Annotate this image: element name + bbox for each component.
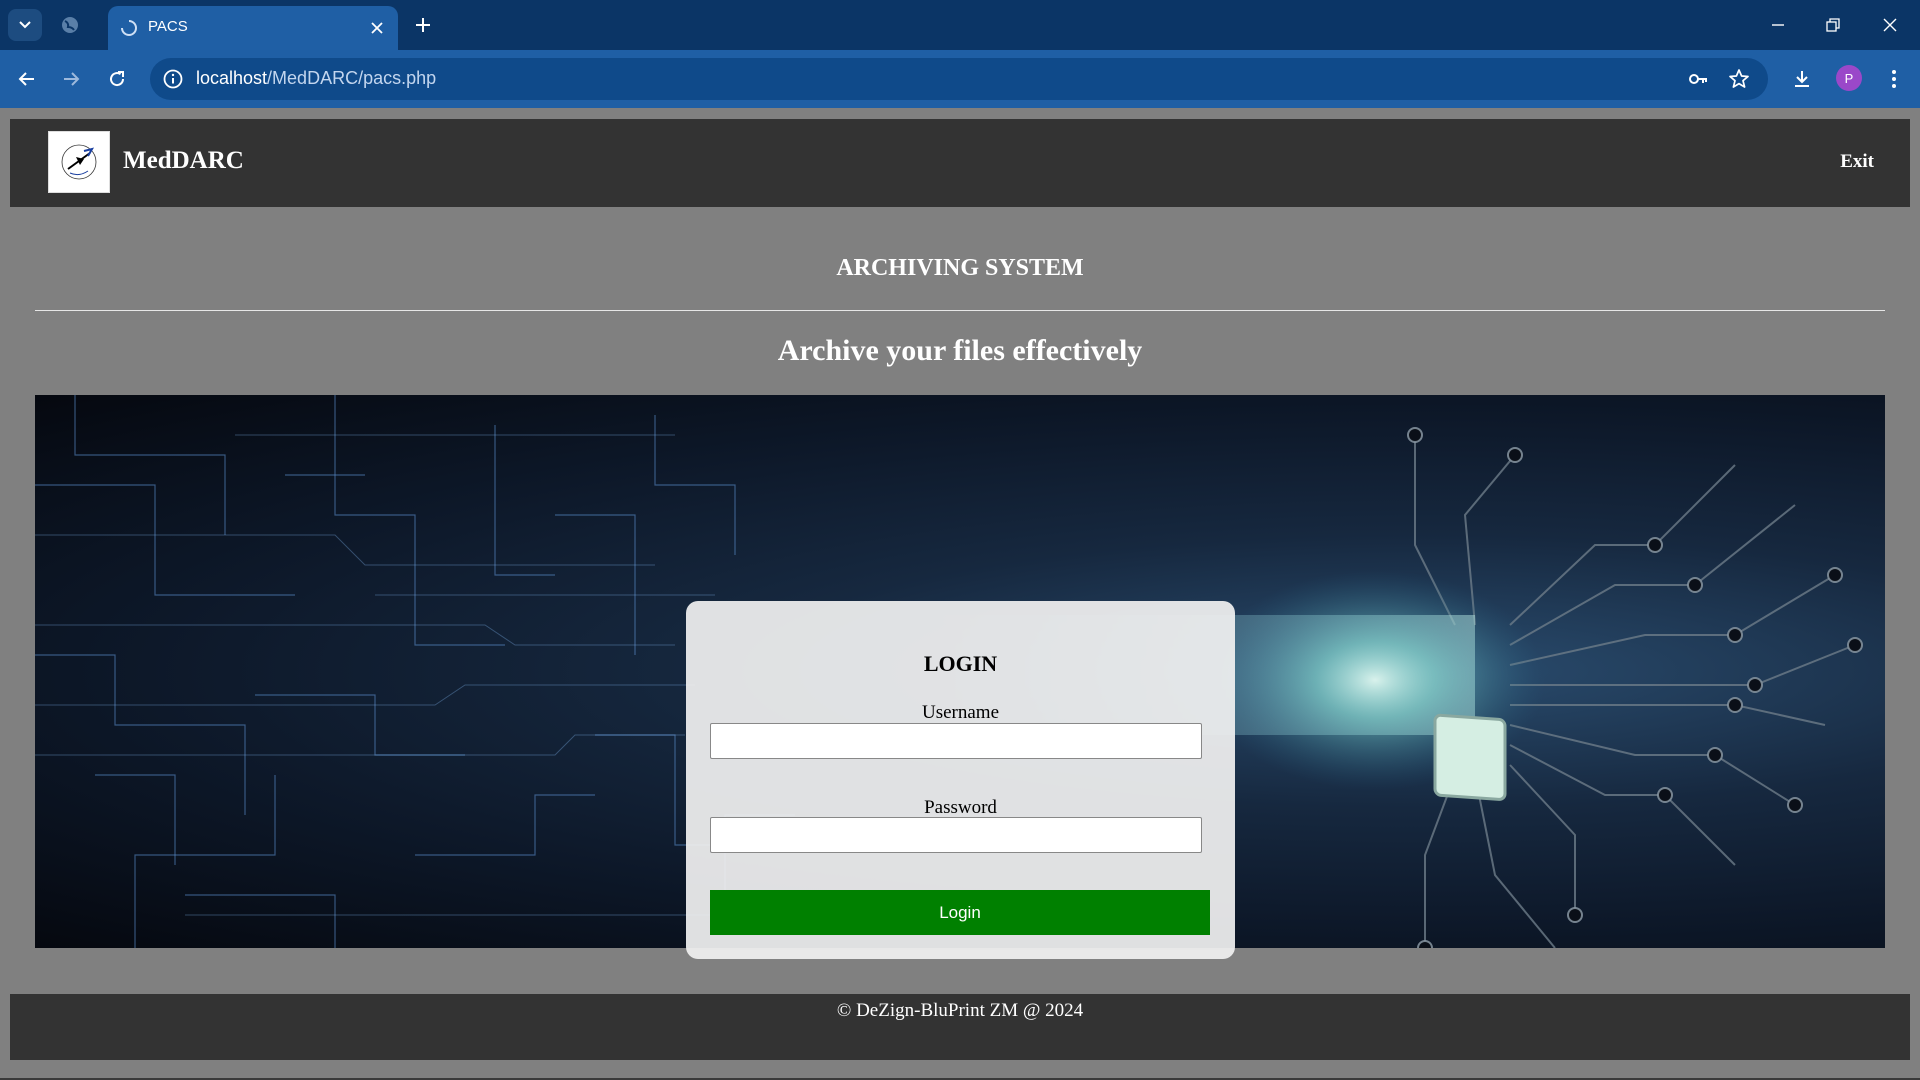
forward-button[interactable] [56, 64, 86, 94]
close-window-button[interactable] [1875, 10, 1905, 40]
brand-logo[interactable] [48, 131, 110, 193]
close-icon [371, 22, 383, 34]
browser-tab-bar: PACS [0, 0, 1920, 50]
tab-list-button[interactable] [8, 9, 42, 41]
address-bar[interactable]: localhost/MedDARC/pacs.php [150, 58, 1768, 100]
copyright-text: © DeZign-BluPrint ZM @ 2024 [836, 1000, 1084, 1021]
username-label: Username [921, 702, 1000, 723]
star-icon[interactable] [1727, 67, 1751, 91]
menu-icon [1892, 70, 1896, 88]
close-icon [1883, 18, 1897, 32]
info-icon[interactable] [162, 68, 184, 90]
exit-link[interactable]: Exit [1840, 151, 1874, 173]
reload-button[interactable] [102, 64, 132, 94]
restore-button[interactable] [1818, 10, 1848, 40]
logo-icon [61, 144, 97, 180]
url-host: localhost [196, 68, 268, 88]
browser-toolbar: localhost/MedDARC/pacs.php P [0, 50, 1920, 108]
tab-title: PACS [148, 18, 188, 35]
username-field[interactable] [710, 723, 1202, 759]
new-tab-button[interactable] [410, 12, 436, 38]
browser-menu-button[interactable] [1879, 64, 1909, 94]
login-title: LOGIN [923, 651, 998, 676]
url-text[interactable]: localhost/MedDARC/pacs.php [196, 68, 436, 89]
password-field[interactable] [710, 817, 1202, 853]
minimize-icon [1772, 24, 1784, 26]
chevron-down-icon [19, 21, 31, 29]
page-viewport: MedDARC Exit ARCHIVING SYSTEM Archive yo… [0, 108, 1920, 1080]
key-icon[interactable] [1686, 67, 1710, 91]
plus-icon [416, 18, 430, 32]
restore-icon [1826, 18, 1840, 32]
tagline: Archive your files effectively [777, 334, 1143, 367]
system-title: ARCHIVING SYSTEM [836, 255, 1084, 281]
downloads-button[interactable] [1787, 64, 1817, 94]
active-tab[interactable]: PACS [108, 6, 398, 50]
site-header: MedDARC Exit [10, 119, 1910, 207]
profile-avatar[interactable]: P [1836, 65, 1862, 91]
brand-name: MedDARC [123, 147, 244, 174]
forward-icon [64, 72, 80, 86]
globe-icon[interactable] [58, 13, 82, 37]
url-path: /MedDARC/pacs.php [267, 68, 437, 88]
divider [35, 310, 1885, 311]
minimize-button[interactable] [1763, 10, 1793, 40]
close-tab-button[interactable] [366, 17, 388, 39]
download-icon [1795, 71, 1809, 87]
back-button[interactable] [12, 64, 42, 94]
site-footer: © DeZign-BluPrint ZM @ 2024 [10, 994, 1910, 1060]
login-button[interactable]: Login [710, 890, 1210, 935]
reload-icon [110, 71, 125, 87]
password-label: Password [924, 797, 997, 818]
loading-icon [121, 20, 137, 36]
back-icon [18, 72, 34, 86]
login-card: LOGIN Username Password Login [686, 601, 1235, 959]
